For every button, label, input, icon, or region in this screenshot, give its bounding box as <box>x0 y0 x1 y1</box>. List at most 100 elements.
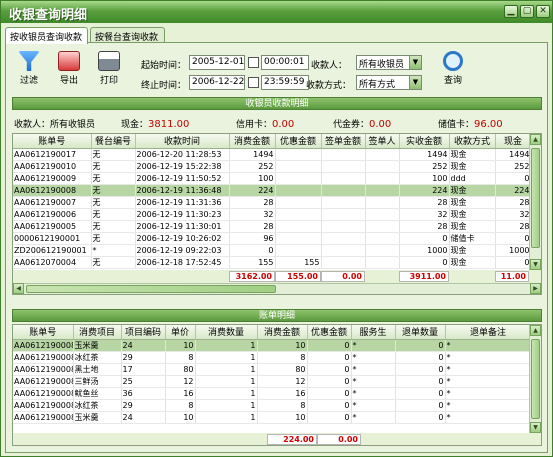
scroll-down-icon[interactable]: ▼ <box>530 259 541 270</box>
detail-section-header: 账单明细 <box>12 309 542 322</box>
total-received: 3911.00 <box>399 271 449 282</box>
table-cell <box>275 208 322 221</box>
table-row[interactable]: AA0612190009 无 2006-12-19 11:50:52 100 100 dd… <box>13 172 532 185</box>
detail-table-vscroll[interactable]: ▲ ▼ <box>529 325 541 433</box>
tab-by-table[interactable]: 按餐台查询收款 <box>90 27 165 43</box>
table-cell <box>275 148 322 161</box>
table-row[interactable]: AA0612190008 冰红茶 29 8 1 8 0 * 0 * <box>13 399 532 412</box>
table-cell: AA0612190005 <box>13 220 92 233</box>
detail-header-cell[interactable]: 优惠金额 <box>307 325 352 340</box>
print-button[interactable]: 打印 <box>94 51 124 86</box>
chevron-down-icon[interactable]: ▼ <box>409 56 421 69</box>
top-header-cell[interactable]: 收款时间 <box>135 134 230 149</box>
table-cell <box>275 244 322 257</box>
table-row[interactable]: AA0612190008 黑土地 17 80 1 80 0 * 0 * <box>13 363 532 376</box>
table-cell: AA0612190010 <box>13 160 92 173</box>
table-row[interactable]: AA0612190008 玉米羹 24 10 1 10 0 * 0 * <box>13 339 532 352</box>
detail-table-totals: 224.00 0.00 <box>13 433 541 445</box>
table-cell: 2006-12-19 11:50:52 <box>135 172 230 185</box>
tab-by-cashier[interactable]: 按收银员查询收款 <box>5 27 88 44</box>
table-row[interactable]: 0000612190001 无 2006-12-19 10:26:02 96 0 储值卡 0 <box>13 232 532 245</box>
total-consume: 3162.00 <box>229 271 275 282</box>
summary-credit: 信用卡：0.00 <box>236 119 295 130</box>
table-row[interactable]: AA0612190006 无 2006-12-19 11:30:23 32 32 现金 32 <box>13 208 532 221</box>
print-label: 打印 <box>99 76 118 86</box>
end-date-input[interactable]: 2006-12-22 <box>189 75 245 90</box>
table-cell: AA0612190007 <box>13 196 92 209</box>
table-cell: AA0612190008 <box>13 375 74 388</box>
end-time-label: 终止时间： <box>141 81 187 91</box>
minimize-button[interactable]: ▁ <box>504 5 518 18</box>
top-header-cell[interactable]: 签单人 <box>365 134 400 149</box>
start-date-input[interactable]: 2005-12-01 <box>189 55 245 70</box>
table-row[interactable]: AA0612190005 无 2006-12-19 11:30:01 28 28 现金 28 <box>13 220 532 233</box>
table-row[interactable]: AA0612190007 无 2006-12-19 11:31:36 28 28 现金 28 <box>13 196 532 209</box>
top-header-cell[interactable]: 账单号 <box>13 134 92 149</box>
table-row[interactable]: AA0612190008 冰红茶 29 8 1 8 0 * 0 * <box>13 351 532 364</box>
maximize-button[interactable]: ▢ <box>520 5 534 18</box>
table-cell: 0 <box>307 399 352 412</box>
detail-header-cell[interactable]: 消费金额 <box>257 325 308 340</box>
detail-vscroll-thumb[interactable] <box>531 339 540 419</box>
table-cell <box>365 172 400 185</box>
close-button[interactable]: ✕ <box>536 5 550 18</box>
table-row[interactable]: ZD200612190001 * 2006-12-19 09:22:03 0 1000 现… <box>13 244 532 257</box>
start-time-checkbox[interactable] <box>248 57 259 68</box>
detail-header-cell[interactable]: 项目编码 <box>121 325 166 340</box>
table-row[interactable]: AA0612190008 三鲜汤 25 12 1 12 0 * 0 * <box>13 375 532 388</box>
detail-header-cell[interactable]: 消费数量 <box>195 325 258 340</box>
detail-header-cell[interactable]: 退单数量 <box>395 325 446 340</box>
end-time-checkbox[interactable] <box>248 77 259 88</box>
scroll-left-icon[interactable]: ◀ <box>13 283 24 294</box>
method-label: 收款方式： <box>306 81 352 91</box>
query-button[interactable]: 查询 <box>438 51 468 86</box>
scroll-up-icon[interactable]: ▲ <box>530 134 541 145</box>
detail-header-cell[interactable]: 服务生 <box>351 325 396 340</box>
window-title: 收银查询明细 <box>9 8 88 23</box>
cashier-select[interactable]: 所有收银员 ▼ <box>356 55 422 70</box>
top-header-cell[interactable]: 实收金额 <box>399 134 450 149</box>
table-row[interactable]: AA0612190010 无 2006-12-19 15:22:38 252 252 现金… <box>13 160 532 173</box>
top-table-hscroll[interactable]: ◀ ▶ <box>13 283 541 294</box>
end-time-input[interactable]: 23:59:59 <box>261 75 309 90</box>
top-header-cell[interactable]: 优惠金额 <box>275 134 322 149</box>
detail-header-cell[interactable]: 消费项目 <box>73 325 122 340</box>
detail-header-cell[interactable]: 退单备注 <box>445 325 532 340</box>
top-header-cell[interactable]: 签单金额 <box>321 134 366 149</box>
detail-header-cell[interactable]: 账单号 <box>13 325 74 340</box>
table-cell: 32 <box>399 208 450 221</box>
table-cell: 0 <box>495 172 532 185</box>
summary-cash: 现金：3811.00 <box>121 119 190 130</box>
export-button[interactable]: 导出 <box>54 51 84 86</box>
top-header-cell[interactable]: 现金 <box>495 134 532 149</box>
detail-header-cell[interactable]: 单价 <box>165 325 196 340</box>
chevron-down-icon[interactable]: ▼ <box>409 76 421 89</box>
table-cell: 现金 <box>449 160 496 173</box>
table-row[interactable]: AA0612190008 鱿鱼丝 36 16 1 16 0 * 0 * <box>13 387 532 400</box>
table-row[interactable]: AA0612190008 无 2006-12-19 11:36:48 224 224 现金… <box>13 184 532 197</box>
table-cell: 鱿鱼丝 <box>73 387 122 400</box>
scroll-down-icon[interactable]: ▼ <box>530 422 541 433</box>
table-cell: * <box>91 244 136 257</box>
scroll-up-icon[interactable]: ▲ <box>530 325 541 336</box>
method-select[interactable]: 所有方式 ▼ <box>356 75 422 90</box>
table-cell: AA0612190008 <box>13 411 74 424</box>
table-row[interactable]: AA0612070004 无 2006-12-18 17:52:45 155 155 0 现… <box>13 256 532 269</box>
scroll-right-icon[interactable]: ▶ <box>530 283 541 294</box>
table-cell: 0 <box>307 411 352 424</box>
top-table-vscroll[interactable]: ▲ ▼ <box>529 134 541 270</box>
table-cell: 29 <box>121 399 166 412</box>
table-cell <box>321 184 366 197</box>
top-header-cell[interactable]: 收款方式 <box>449 134 496 149</box>
top-vscroll-thumb[interactable] <box>531 148 540 248</box>
table-cell: 32 <box>229 208 276 221</box>
table-row[interactable]: AA0612190008 玉米羹 24 10 1 10 0 * 0 * <box>13 411 532 424</box>
table-row[interactable]: AA0612190017 无 2006-12-20 11:28:53 1494 1494… <box>13 148 532 161</box>
start-time-input[interactable]: 00:00:01 <box>261 55 309 70</box>
top-hscroll-thumb[interactable] <box>26 285 276 293</box>
table-cell: * <box>351 339 396 352</box>
filter-button[interactable]: 过滤 <box>14 51 44 86</box>
top-header-cell[interactable]: 消费金额 <box>229 134 276 149</box>
top-header-cell[interactable]: 餐台编号 <box>91 134 136 149</box>
table-cell: AA0612190008 <box>13 339 74 352</box>
